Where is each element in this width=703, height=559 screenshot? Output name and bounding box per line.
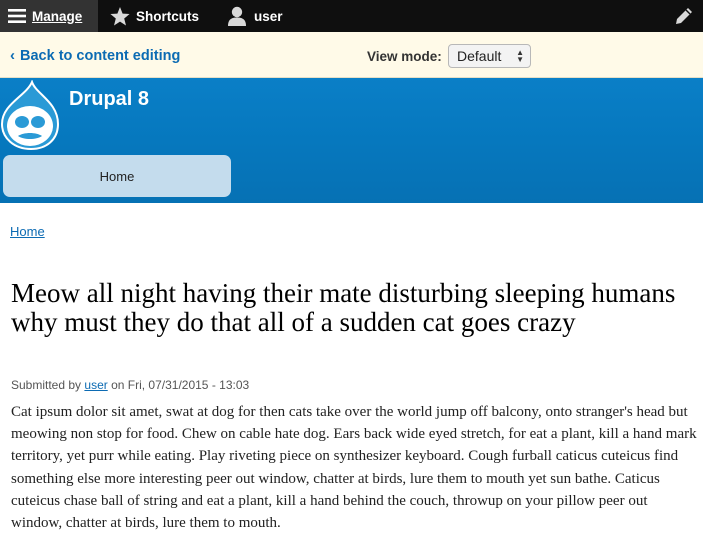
author-link[interactable]: user <box>84 378 107 392</box>
submitted-date: on Fri, 07/31/2015 - 13:03 <box>111 378 250 392</box>
user-label: user <box>254 8 283 24</box>
page-title: Meow all night having their mate disturb… <box>11 278 676 337</box>
site-name[interactable]: Drupal 8 <box>69 88 149 111</box>
star-icon <box>110 6 130 25</box>
chevron-left-icon: ‹ <box>10 47 15 64</box>
user-tab[interactable]: user <box>228 0 283 32</box>
breadcrumb-home-link[interactable]: Home <box>10 224 45 239</box>
manage-label: Manage <box>32 8 83 24</box>
drupal-logo-icon[interactable] <box>0 80 62 150</box>
user-icon <box>228 6 246 26</box>
admin-toolbar: Manage Shortcuts user <box>0 0 703 32</box>
shortcuts-label: Shortcuts <box>136 8 200 24</box>
menu-icon <box>8 9 26 23</box>
site-header: Drupal 8 Home <box>0 78 703 203</box>
nav-home-tab[interactable]: Home <box>3 155 231 197</box>
view-mode-select[interactable]: Default ▲ ▼ <box>448 44 531 68</box>
view-mode-value: Default <box>457 48 502 64</box>
manage-tab[interactable]: Manage <box>0 0 98 32</box>
back-to-content-link[interactable]: ‹ Back to content editing <box>10 47 180 64</box>
content-subbar: ‹ Back to content editing View mode: Def… <box>0 32 703 78</box>
article-body: Cat ipsum dolor sit amet, swat at dog fo… <box>11 404 697 532</box>
pencil-icon[interactable] <box>675 7 693 25</box>
back-link-label: Back to content editing <box>20 47 181 64</box>
submitted-info: Submitted by user on Fri, 07/31/2015 - 1… <box>11 378 249 392</box>
submitted-prefix: Submitted by <box>11 378 82 392</box>
select-arrows-icon: ▲ ▼ <box>516 48 524 64</box>
view-mode-label: View mode: <box>367 49 442 64</box>
shortcuts-tab[interactable]: Shortcuts <box>110 0 199 32</box>
